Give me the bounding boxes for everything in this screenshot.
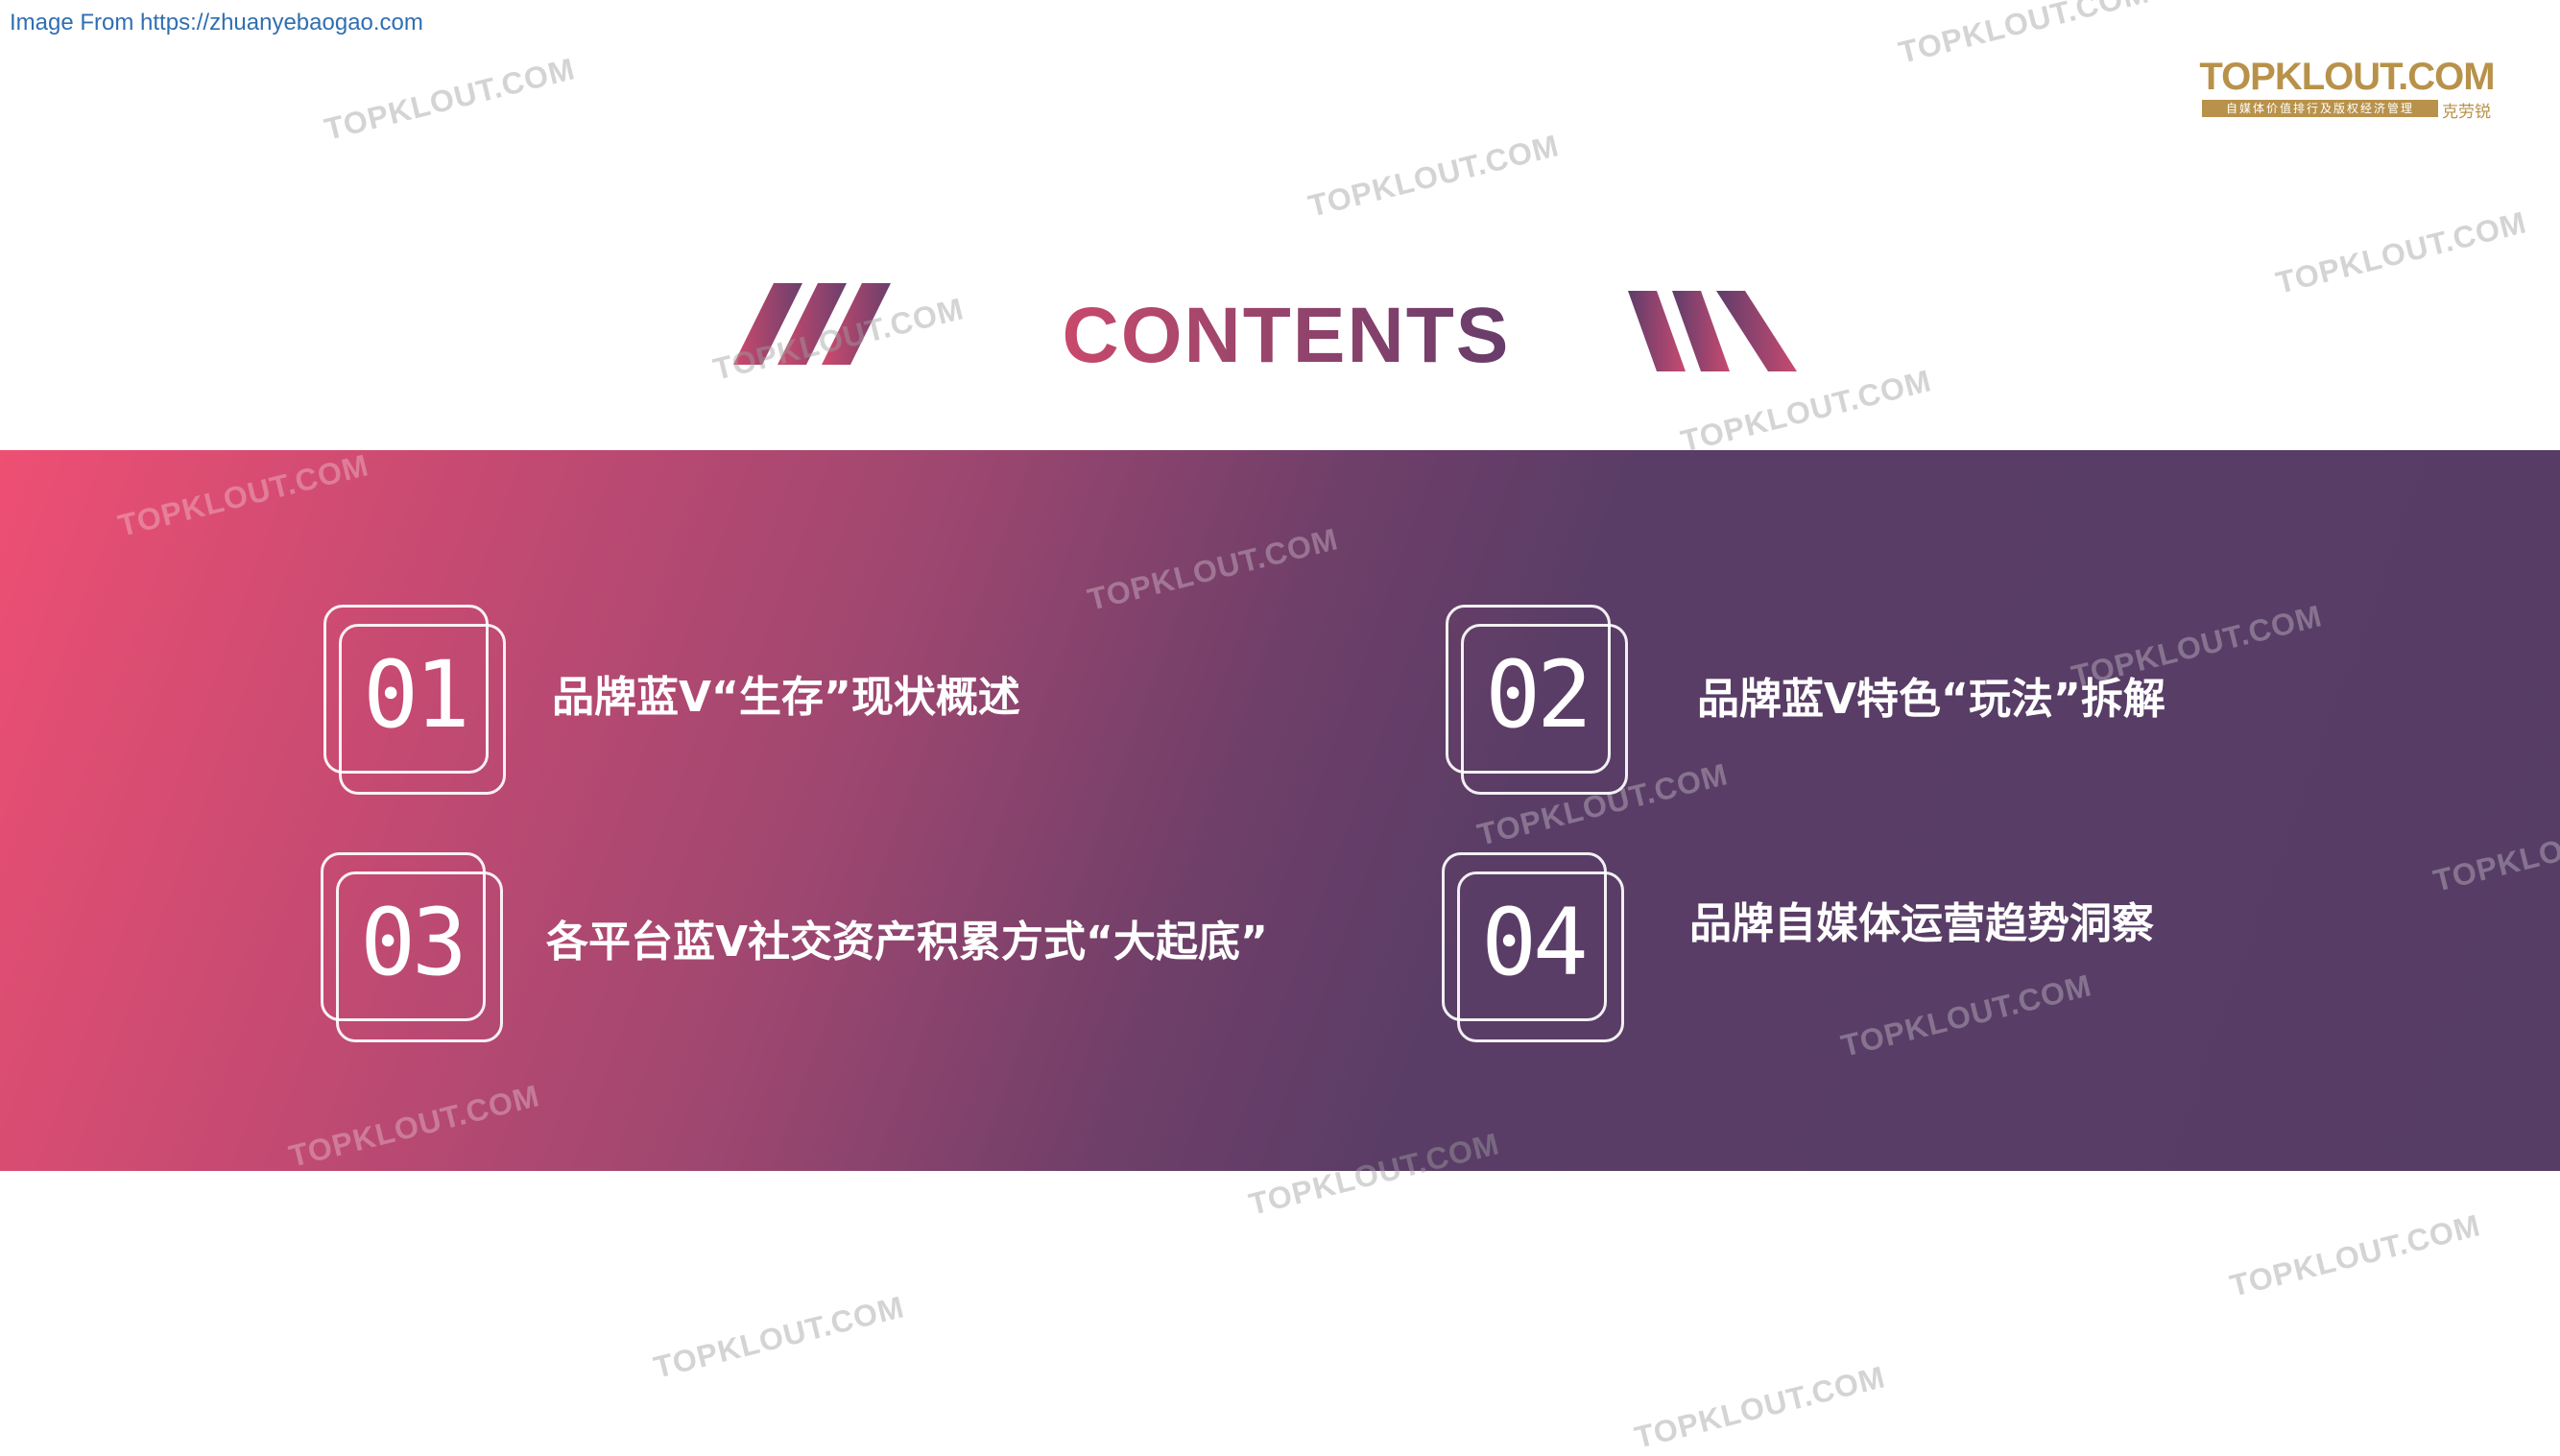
number-frame: 02: [1446, 605, 1628, 797]
item-number: 04: [1481, 889, 1589, 996]
item-number: 02: [1485, 641, 1592, 749]
watermark: TOPKLOUT.COM: [321, 51, 579, 147]
logo-brand-cn: 克劳锐: [2442, 103, 2491, 122]
topklout-logo: TOPKLOUT.COM 自媒体价值排行及版权经济管理 克劳锐: [2198, 56, 2496, 123]
source-link[interactable]: Image From https://zhuanyebaogao.com: [10, 10, 423, 36]
number-frame: 04: [1442, 852, 1624, 1044]
logo-wordmark: TOPKLOUT.COM: [2199, 56, 2495, 98]
contents-title: CONTENTS: [998, 288, 1574, 384]
logo-tagline: 自媒体价值排行及版权经济管理: [2202, 100, 2438, 117]
item-label: 品牌蓝V“生存”现状概述: [552, 673, 1020, 722]
watermark: TOPKLOUT.COM: [650, 1289, 908, 1385]
item-number: 01: [363, 641, 470, 749]
item-number: 03: [360, 889, 467, 996]
number-frame: 01: [323, 605, 506, 797]
item-label: 品牌自媒体运营趋势洞察: [1689, 899, 2154, 948]
stripes-right-icon: [1628, 291, 1797, 371]
number-frame: 03: [321, 852, 503, 1044]
watermark: TOPKLOUT.COM: [1677, 363, 1935, 459]
watermark: TOPKLOUT.COM: [2272, 204, 2530, 300]
watermark: TOPKLOUT.COM: [2226, 1207, 2484, 1303]
watermark: TOPKLOUT.COM: [1895, 0, 2153, 70]
watermark: TOPKLOUT.COM: [1631, 1359, 1889, 1455]
watermark: TOPKLOUT.COM: [1304, 128, 1563, 224]
item-label: 各平台蓝V社交资产积累方式“大起底”: [546, 918, 1268, 967]
